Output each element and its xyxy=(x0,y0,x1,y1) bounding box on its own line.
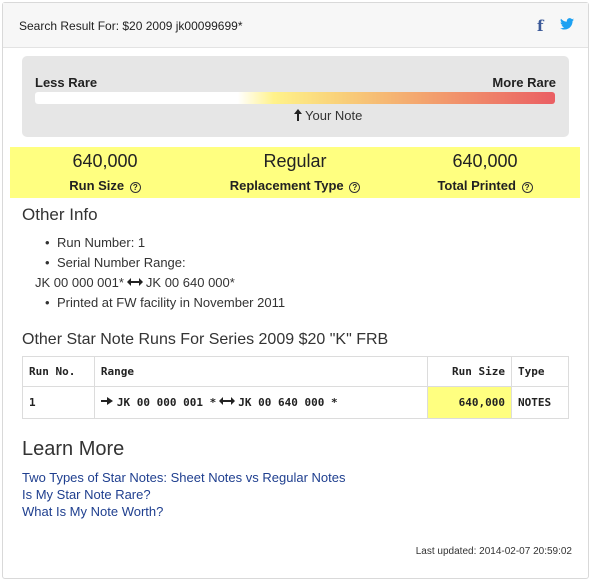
replacement-type-label: Replacement Type xyxy=(229,178,344,193)
col-run-no[interactable]: Run No. xyxy=(22,356,95,387)
learn-more-heading: Learn More xyxy=(22,438,125,460)
last-updated: Last updated: 2014-02-07 20:59:02 xyxy=(415,546,572,557)
help-icon[interactable]: ? xyxy=(349,182,361,193)
search-result-title: Search Result For: $20 2009 jk00099699* xyxy=(19,19,243,33)
link-sheet-vs-regular[interactable]: Two Types of Star Notes: Sheet Notes vs … xyxy=(22,469,345,486)
serial-range-end: JK 00 640 000* xyxy=(145,275,235,290)
left-right-arrow-icon xyxy=(219,397,236,405)
serial-range-value: JK 00 000 001* JK 00 640 000* xyxy=(35,273,285,293)
replacement-type-value: Regular xyxy=(263,151,327,171)
range-end: JK 00 640 000 * xyxy=(238,396,338,409)
list-item: Printed at FW facility in November 2011 xyxy=(45,293,285,313)
other-runs-heading: Other Star Note Runs For Series 2009 $20… xyxy=(22,331,389,348)
serial-range-start: JK 00 000 001* xyxy=(35,275,124,290)
your-note-marker: Your Note xyxy=(294,108,362,123)
rarity-gradient-bar xyxy=(35,92,555,104)
run-size-label: Run Size xyxy=(69,178,125,193)
stat-replacement-type: Regular Replacement Type ? xyxy=(200,147,390,193)
arrow-right-icon xyxy=(100,397,113,406)
arrow-up-icon xyxy=(294,109,303,121)
list-item: Serial Number Range: JK 00 000 001*JK 00… xyxy=(35,253,285,293)
less-rare-label: Less Rare xyxy=(35,75,98,90)
left-right-arrow-icon xyxy=(126,278,143,286)
help-icon[interactable]: ? xyxy=(521,182,533,193)
your-note-label: Your Note xyxy=(305,108,363,123)
link-is-my-star-note-rare[interactable]: Is My Star Note Rare? xyxy=(22,486,345,503)
col-range[interactable]: Range xyxy=(93,356,429,387)
range-start: JK 00 000 001 * xyxy=(116,396,217,409)
cell-run-size: 640,000 xyxy=(427,386,513,419)
facebook-icon[interactable]: f xyxy=(537,17,543,35)
cell-run-no: 1 xyxy=(22,386,95,419)
stat-total-printed: 640,000 Total Printed ? xyxy=(390,147,580,193)
cell-range: JK 00 000 001 * JK 00 640 000 * xyxy=(93,386,429,419)
run-size-value: 640,000 xyxy=(72,151,138,171)
card-header: Search Result For: $20 2009 jk00099699* … xyxy=(3,3,588,48)
stat-run-size: 640,000 Run Size ? xyxy=(10,147,200,193)
list-item: Run Number: 1 xyxy=(45,233,285,253)
serial-range-label: Serial Number Range: xyxy=(57,255,186,270)
link-what-is-my-note-worth[interactable]: What Is My Note Worth? xyxy=(22,503,345,520)
col-run-size[interactable]: Run Size xyxy=(427,356,513,387)
more-rare-label: More Rare xyxy=(492,75,556,90)
rarity-scale: Less Rare More Rare Your Note xyxy=(22,56,569,137)
runs-table: Run No. Range Run Size Type 1 JK 00 000 … xyxy=(22,356,569,419)
help-icon[interactable]: ? xyxy=(129,182,141,193)
learn-more-links: Two Types of Star Notes: Sheet Notes vs … xyxy=(22,469,345,520)
table-row: 1 JK 00 000 001 * JK 00 640 000 * 640,000… xyxy=(22,386,569,419)
cell-type: NOTES xyxy=(511,386,569,419)
other-info-heading: Other Info xyxy=(22,205,98,224)
twitter-icon[interactable] xyxy=(560,17,574,33)
total-printed-label: Total Printed xyxy=(437,178,516,193)
table-header-row: Run No. Range Run Size Type xyxy=(22,356,569,387)
other-info-list: Run Number: 1 Serial Number Range: JK 00… xyxy=(35,233,285,313)
col-type[interactable]: Type xyxy=(511,356,569,387)
stats-panel: 640,000 Run Size ? Regular Replacement T… xyxy=(10,147,580,198)
total-printed-value: 640,000 xyxy=(452,151,518,171)
